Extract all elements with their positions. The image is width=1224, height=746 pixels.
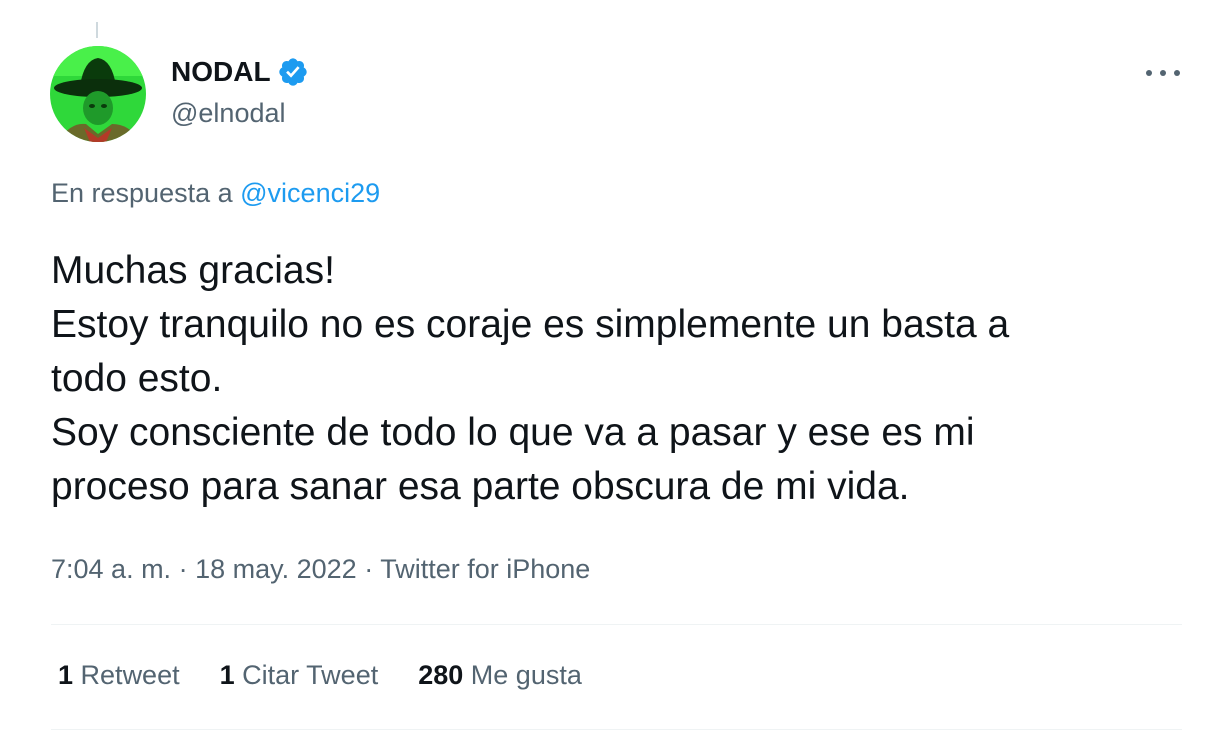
- quote-label: Citar Tweet: [242, 660, 379, 690]
- more-dot: [1174, 70, 1180, 76]
- retweet-count-link[interactable]: 1 Retweet: [58, 660, 180, 691]
- divider: [51, 624, 1182, 625]
- like-count-link[interactable]: 280 Me gusta: [418, 660, 582, 691]
- author-handle[interactable]: @elnodal: [171, 98, 286, 129]
- tweet-line: todo esto.: [51, 357, 223, 400]
- like-label: Me gusta: [470, 660, 582, 690]
- author-display-name[interactable]: NODAL: [171, 56, 271, 88]
- meta-separator: ·: [356, 554, 381, 584]
- tweet-line: proceso para sanar esa parte obscura de …: [51, 465, 910, 508]
- retweet-label: Retweet: [80, 660, 180, 690]
- more-options-icon[interactable]: [1146, 60, 1180, 86]
- tweet-line: Soy consciente de todo lo que va a pasar…: [51, 411, 975, 454]
- tweet-stats: 1 Retweet 1 Citar Tweet 280 Me gusta: [58, 660, 622, 691]
- reply-mention-link[interactable]: @vicenci29: [240, 178, 380, 208]
- tweet-text: Muchas gracias! Estoy tranquilo no es co…: [51, 244, 1201, 514]
- tweet-source[interactable]: Twitter for iPhone: [380, 554, 590, 584]
- more-dot: [1146, 70, 1152, 76]
- tweet-line: Muchas gracias!: [51, 249, 335, 292]
- tweet-meta: 7:04 a. m. · 18 may. 2022 · Twitter for …: [51, 554, 590, 585]
- retweet-count: 1: [58, 660, 74, 690]
- meta-separator: ·: [171, 554, 196, 584]
- avatar[interactable]: [50, 46, 146, 142]
- quote-count-link[interactable]: 1 Citar Tweet: [220, 660, 379, 691]
- tweet-line: Estoy tranquilo no es coraje es simpleme…: [51, 303, 1010, 346]
- verified-badge-icon: [277, 56, 309, 88]
- tweet-time[interactable]: 7:04 a. m.: [51, 554, 171, 584]
- reply-context: En respuesta a @vicenci29: [51, 178, 380, 209]
- reply-prefix: En respuesta a: [51, 178, 233, 208]
- like-count: 280: [418, 660, 464, 690]
- divider: [51, 729, 1182, 730]
- author-name-row: NODAL: [171, 56, 309, 88]
- tweet-date[interactable]: 18 may. 2022: [195, 554, 357, 584]
- quote-count: 1: [219, 660, 235, 690]
- avatar-image: [50, 46, 146, 142]
- thread-connector-line: [96, 22, 98, 38]
- more-dot: [1160, 70, 1166, 76]
